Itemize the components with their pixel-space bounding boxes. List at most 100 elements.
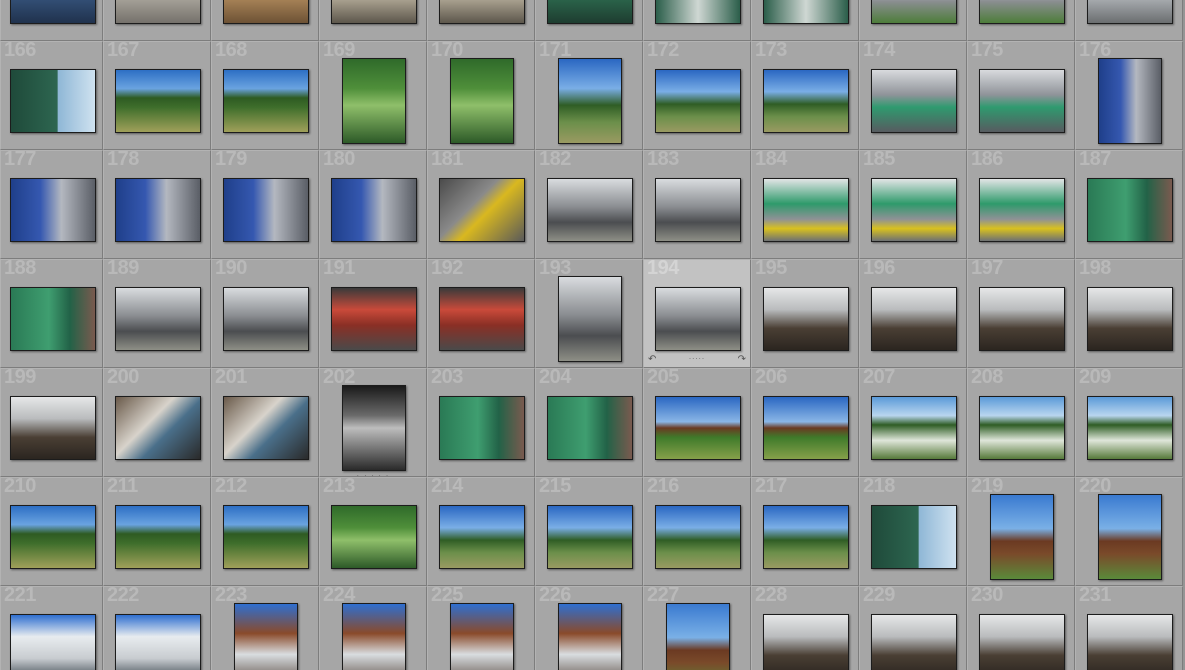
photo-thumbnail[interactable]	[871, 69, 957, 133]
photo-thumbnail[interactable]	[439, 505, 525, 569]
photo-thumbnail[interactable]	[547, 178, 633, 242]
photo-thumbnail[interactable]	[10, 396, 96, 460]
thumbnail-cell[interactable]: 185	[859, 150, 967, 259]
photo-thumbnail[interactable]	[331, 505, 417, 569]
photo-thumbnail[interactable]	[979, 614, 1065, 670]
photo-thumbnail[interactable]	[666, 603, 730, 670]
thumbnail-cell[interactable]: 204	[535, 368, 643, 477]
thumbnail-cell[interactable]: 163	[859, 0, 967, 41]
thumbnail-cell[interactable]: 176	[1075, 41, 1183, 150]
photo-thumbnail[interactable]	[1087, 0, 1173, 24]
thumbnail-cell[interactable]: 179	[211, 150, 319, 259]
thumbnail-cell[interactable]: 158	[319, 0, 427, 41]
thumbnail-cell[interactable]: 230	[967, 586, 1075, 670]
photo-thumbnail[interactable]	[871, 614, 957, 670]
photo-thumbnail[interactable]	[558, 603, 622, 670]
thumbnail-cell[interactable]: 218	[859, 477, 967, 586]
thumbnail-cell[interactable]: 164	[967, 0, 1075, 41]
thumbnail-cell[interactable]: 181	[427, 150, 535, 259]
thumbnail-cell[interactable]: 191	[319, 259, 427, 368]
thumbnail-cell[interactable]: 186	[967, 150, 1075, 259]
photo-thumbnail[interactable]	[655, 287, 741, 351]
photo-thumbnail[interactable]	[547, 505, 633, 569]
thumbnail-cell[interactable]: 172	[643, 41, 751, 150]
thumbnail-cell[interactable]: 165	[1075, 0, 1183, 41]
photo-thumbnail[interactable]	[234, 603, 298, 670]
thumbnail-cell[interactable]: 188	[0, 259, 103, 368]
thumbnail-cell[interactable]: 155	[0, 0, 103, 41]
photo-thumbnail[interactable]	[655, 69, 741, 133]
photo-thumbnail[interactable]	[439, 178, 525, 242]
thumbnail-cell[interactable]: 161	[643, 0, 751, 41]
thumbnail-cell[interactable]: 184	[751, 150, 859, 259]
thumbnail-cell[interactable]: 156	[103, 0, 211, 41]
photo-thumbnail[interactable]	[547, 396, 633, 460]
thumbnail-cell[interactable]: 197	[967, 259, 1075, 368]
thumbnail-cell[interactable]: 159	[427, 0, 535, 41]
photo-thumbnail[interactable]	[655, 0, 741, 24]
photo-thumbnail[interactable]	[1098, 494, 1162, 580]
thumbnail-cell[interactable]: 222	[103, 586, 211, 670]
thumbnail-cell[interactable]: 162	[751, 0, 859, 41]
photo-thumbnail[interactable]	[331, 178, 417, 242]
rating-dots[interactable]: ·····	[644, 355, 750, 363]
thumbnail-cell[interactable]: 174	[859, 41, 967, 150]
photo-thumbnail[interactable]	[763, 614, 849, 670]
thumbnail-cell[interactable]: 175	[967, 41, 1075, 150]
photo-thumbnail[interactable]	[439, 396, 525, 460]
thumbnail-cell[interactable]: 216	[643, 477, 751, 586]
photo-thumbnail[interactable]	[115, 505, 201, 569]
photo-thumbnail[interactable]	[763, 396, 849, 460]
thumbnail-cell[interactable]: 214	[427, 477, 535, 586]
thumbnail-cell[interactable]: 193	[535, 259, 643, 368]
photo-thumbnail[interactable]	[342, 385, 406, 471]
thumbnail-cell[interactable]: 178	[103, 150, 211, 259]
photo-thumbnail[interactable]	[558, 276, 622, 362]
thumbnail-cell[interactable]: 199	[0, 368, 103, 477]
thumbnail-cell[interactable]: 205	[643, 368, 751, 477]
thumbnail-cell[interactable]: 212	[211, 477, 319, 586]
photo-thumbnail[interactable]	[115, 0, 201, 24]
photo-thumbnail[interactable]	[558, 58, 622, 144]
photo-thumbnail[interactable]	[450, 603, 514, 670]
thumbnail-cell[interactable]: 195	[751, 259, 859, 368]
photo-thumbnail[interactable]	[115, 69, 201, 133]
photo-thumbnail[interactable]	[342, 603, 406, 670]
thumbnail-cell[interactable]: 206	[751, 368, 859, 477]
thumbnail-cell[interactable]: 226	[535, 586, 643, 670]
thumbnail-cell[interactable]: 207	[859, 368, 967, 477]
photo-thumbnail[interactable]	[10, 69, 96, 133]
thumbnail-cell[interactable]: 221	[0, 586, 103, 670]
thumbnail-cell[interactable]: 198	[1075, 259, 1183, 368]
photo-thumbnail[interactable]	[979, 178, 1065, 242]
photo-thumbnail[interactable]	[223, 178, 309, 242]
photo-thumbnail[interactable]	[10, 0, 96, 24]
thumbnail-cell[interactable]: 168	[211, 41, 319, 150]
thumbnail-cell[interactable]: 192	[427, 259, 535, 368]
thumbnail-cell[interactable]: 229	[859, 586, 967, 670]
thumbnail-cell[interactable]: 224	[319, 586, 427, 670]
photo-thumbnail[interactable]	[10, 505, 96, 569]
photo-thumbnail[interactable]	[10, 614, 96, 670]
photo-thumbnail[interactable]	[871, 0, 957, 24]
photo-thumbnail[interactable]	[655, 396, 741, 460]
photo-thumbnail[interactable]	[763, 0, 849, 24]
thumbnail-cell[interactable]: 166	[0, 41, 103, 150]
thumbnail-cell[interactable]: 208	[967, 368, 1075, 477]
photo-thumbnail[interactable]	[763, 287, 849, 351]
thumbnail-cell[interactable]: 160	[535, 0, 643, 41]
thumbnail-cell[interactable]: 194 ↶ ↷ ·····	[643, 259, 751, 368]
photo-thumbnail[interactable]	[439, 287, 525, 351]
photo-thumbnail[interactable]	[331, 287, 417, 351]
photo-thumbnail[interactable]	[223, 396, 309, 460]
thumbnail-cell[interactable]: 213	[319, 477, 427, 586]
thumbnail-cell[interactable]: 220	[1075, 477, 1183, 586]
photo-thumbnail[interactable]	[871, 287, 957, 351]
photo-thumbnail[interactable]	[223, 0, 309, 24]
photo-thumbnail[interactable]	[979, 69, 1065, 133]
photo-thumbnail[interactable]	[1087, 178, 1173, 242]
thumbnail-cell[interactable]: 167	[103, 41, 211, 150]
photo-thumbnail[interactable]	[223, 505, 309, 569]
photo-thumbnail[interactable]	[115, 287, 201, 351]
photo-thumbnail[interactable]	[871, 178, 957, 242]
